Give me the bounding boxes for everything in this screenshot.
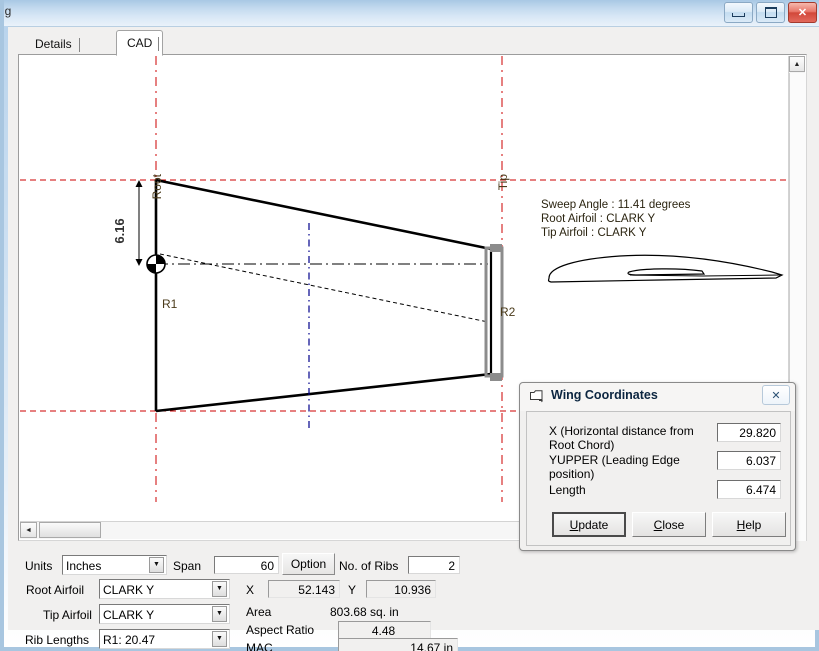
ribs-input[interactable]: 2 bbox=[408, 556, 460, 574]
rib-lengths-label: Rib Lengths bbox=[25, 633, 90, 647]
help-button[interactable]: Help bbox=[712, 512, 786, 537]
window-controls: ✕ bbox=[724, 2, 817, 23]
maximize-icon bbox=[764, 7, 777, 18]
x-label: X bbox=[246, 583, 255, 597]
tip-airfoil-combo[interactable]: CLARK Y ▼ bbox=[99, 604, 230, 624]
rib-lengths-combo-value: R1: 20.47 bbox=[103, 633, 156, 647]
horizontal-scroll-thumb[interactable] bbox=[39, 522, 101, 538]
tab-separator bbox=[78, 38, 80, 52]
help-accel: H bbox=[736, 517, 746, 532]
units-label: Units bbox=[25, 559, 53, 573]
tab-details-label: Details bbox=[35, 37, 72, 51]
scroll-up-button[interactable]: ▲ bbox=[789, 56, 805, 72]
tab-cad-label: CAD bbox=[127, 36, 153, 50]
dialog-field-yupper[interactable]: 6.037 bbox=[717, 451, 781, 470]
units-combo-value: Inches bbox=[66, 559, 102, 573]
height-dimension: 6.16 bbox=[112, 180, 143, 266]
chevron-down-icon[interactable]: ▼ bbox=[149, 557, 164, 573]
sweep-angle-annotation: Sweep Angle : 11.41 degrees bbox=[541, 199, 691, 211]
close-button[interactable]: ✕ bbox=[788, 2, 817, 23]
span-label: Span bbox=[173, 559, 202, 573]
window-title: ng bbox=[4, 4, 12, 18]
minimize-icon bbox=[732, 13, 745, 17]
tab-cad[interactable]: CAD bbox=[116, 30, 164, 56]
chevron-down-icon[interactable]: ▼ bbox=[212, 581, 227, 597]
minimize-button[interactable] bbox=[724, 2, 753, 23]
window-frame: ng ✕ Details CAD bbox=[0, 0, 819, 651]
construction-lines bbox=[20, 179, 791, 412]
dialog-field-x[interactable]: 29.820 bbox=[717, 423, 781, 442]
close-accel: C bbox=[653, 517, 663, 532]
chevron-down-icon[interactable]: ▼ bbox=[212, 631, 227, 647]
root-airfoil-label: Root Airfoil bbox=[26, 583, 85, 597]
client-area: Details CAD 6.16 Root Tip R1 R2 Sweep An… bbox=[8, 26, 819, 651]
dialog-field-label-length: Length bbox=[549, 483, 586, 497]
chevron-down-icon[interactable]: ▼ bbox=[212, 606, 227, 622]
update-button[interactable]: Update bbox=[552, 512, 626, 537]
tip-airfoil-label: Tip Airfoil bbox=[43, 608, 92, 622]
update-rest: pdate bbox=[578, 517, 609, 532]
units-combo[interactable]: Inches ▼ bbox=[62, 555, 167, 575]
airfoil-profile bbox=[547, 254, 784, 283]
x-value-field: 52.143 bbox=[268, 580, 340, 598]
dialog-close-button[interactable]: ✕ bbox=[762, 385, 790, 405]
tip-airfoil-annotation: Tip Airfoil : CLARK Y bbox=[541, 227, 647, 239]
tab-strip: Details CAD bbox=[16, 29, 811, 56]
center-of-gravity-marker bbox=[146, 254, 166, 274]
area-label: Area bbox=[246, 605, 272, 619]
root-airfoil-combo-value: CLARK Y bbox=[103, 583, 155, 597]
tab-details[interactable]: Details bbox=[24, 33, 83, 55]
height-dimension-label: 6.16 bbox=[112, 218, 127, 243]
close-button-dialog[interactable]: Close bbox=[632, 512, 706, 537]
tip-airfoil-combo-value: CLARK Y bbox=[103, 608, 155, 622]
close-rest: lose bbox=[662, 517, 685, 532]
rib1-label: R1 bbox=[162, 297, 178, 311]
update-accel: U bbox=[569, 517, 579, 532]
annotation-block: Sweep Angle : 11.41 degrees Root Airfoil… bbox=[541, 199, 691, 239]
dialog-field-label-yupper: YUPPER (Leading Edge position) bbox=[549, 453, 680, 481]
dialog-title-bar: Wing Coordinates ✕ bbox=[520, 383, 795, 411]
scroll-left-button[interactable]: ◄ bbox=[20, 522, 37, 538]
dialog-title: Wing Coordinates bbox=[551, 388, 658, 402]
tip-label: Tip bbox=[496, 174, 510, 191]
aspect-ratio-value: 4.48 bbox=[338, 621, 431, 639]
mac-value: 14.67 in bbox=[338, 638, 458, 651]
application-window: ng ✕ Details CAD bbox=[0, 0, 819, 651]
dialog-body: X (Horizontal distance from Root Chord) … bbox=[526, 411, 791, 546]
mac-label: MAC bbox=[246, 641, 273, 651]
rib2-label: R2 bbox=[500, 305, 516, 319]
root-label: Root bbox=[150, 173, 164, 199]
wing-outline bbox=[154, 178, 493, 413]
y-label: Y bbox=[348, 583, 357, 597]
help-rest: elp bbox=[745, 517, 762, 532]
ribs-label: No. of Ribs bbox=[339, 559, 399, 573]
window-icon bbox=[530, 390, 543, 403]
y-value-field: 10.936 bbox=[366, 580, 436, 598]
span-input[interactable]: 60 bbox=[214, 556, 279, 574]
option-button[interactable]: Option bbox=[282, 553, 335, 575]
dialog-field-label-x: X (Horizontal distance from Root Chord) bbox=[549, 424, 694, 452]
root-tip-centerlines bbox=[155, 56, 503, 502]
tab-separator bbox=[158, 37, 160, 51]
area-value: 803.68 sq. in bbox=[330, 605, 399, 619]
wing-coordinates-dialog: Wing Coordinates ✕ X (Horizontal distanc… bbox=[519, 382, 796, 551]
aspect-ratio-label: Aspect Ratio bbox=[246, 623, 315, 637]
rib-lengths-combo[interactable]: R1: 20.47 ▼ bbox=[99, 629, 230, 649]
root-airfoil-annotation: Root Airfoil : CLARK Y bbox=[541, 213, 656, 225]
root-airfoil-combo[interactable]: CLARK Y ▼ bbox=[99, 579, 230, 599]
maximize-button[interactable] bbox=[756, 2, 785, 23]
parameters-panel: Units Inches ▼ Span 60 Option No. of Rib… bbox=[18, 547, 807, 651]
title-bar: ng ✕ bbox=[4, 0, 819, 26]
dialog-field-length[interactable]: 6.474 bbox=[717, 480, 781, 499]
